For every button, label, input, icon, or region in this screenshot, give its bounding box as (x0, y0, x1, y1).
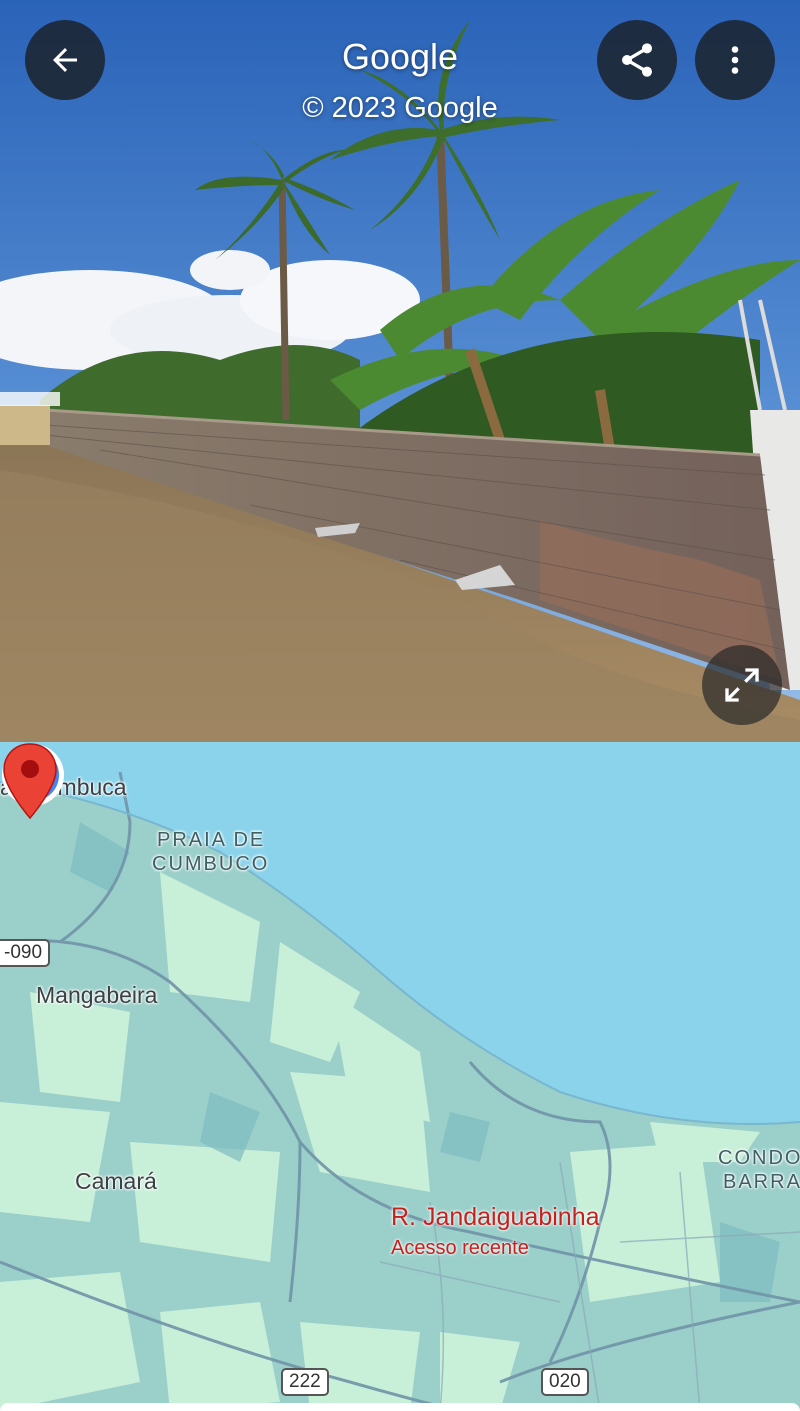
street-view-image (0, 0, 800, 742)
street-view-panel[interactable]: Google © 2023 Google (0, 0, 800, 742)
map-label-condo-line2: BARRA (723, 1171, 800, 1193)
road-shield-br222: 222 (281, 1368, 329, 1396)
location-pin-icon[interactable] (0, 742, 60, 822)
road-shield-ce020: 020 (541, 1368, 589, 1396)
place-title[interactable]: R. Jandaiguabinha (391, 1203, 600, 1232)
expand-button[interactable] (702, 645, 782, 725)
more-options-button[interactable] (695, 20, 775, 100)
map-canvas (0, 771, 800, 1411)
road-shield-ce090: -090 (0, 939, 51, 967)
map-label-camara: Camará (75, 1168, 157, 1194)
back-arrow-icon (53, 48, 77, 72)
share-button[interactable] (597, 20, 677, 100)
more-vert-icon (731, 46, 739, 74)
map-label-condo-line1: CONDO (718, 1147, 800, 1169)
map-label-mangabeira: Mangabeira (36, 982, 158, 1008)
map-panel[interactable]: aracambuca PRAIA DE CUMBUCO -090 Mangabe… (0, 742, 800, 1411)
back-button[interactable] (25, 20, 105, 100)
share-icon (622, 43, 652, 77)
map-label-praia-line1: PRAIA DE (157, 829, 266, 851)
expand-icon (725, 668, 759, 702)
map-label-praia-line2: CUMBUCO (152, 853, 270, 875)
bottom-sheet-edge[interactable] (0, 1403, 800, 1411)
place-subtitle: Acesso recente (391, 1237, 529, 1259)
